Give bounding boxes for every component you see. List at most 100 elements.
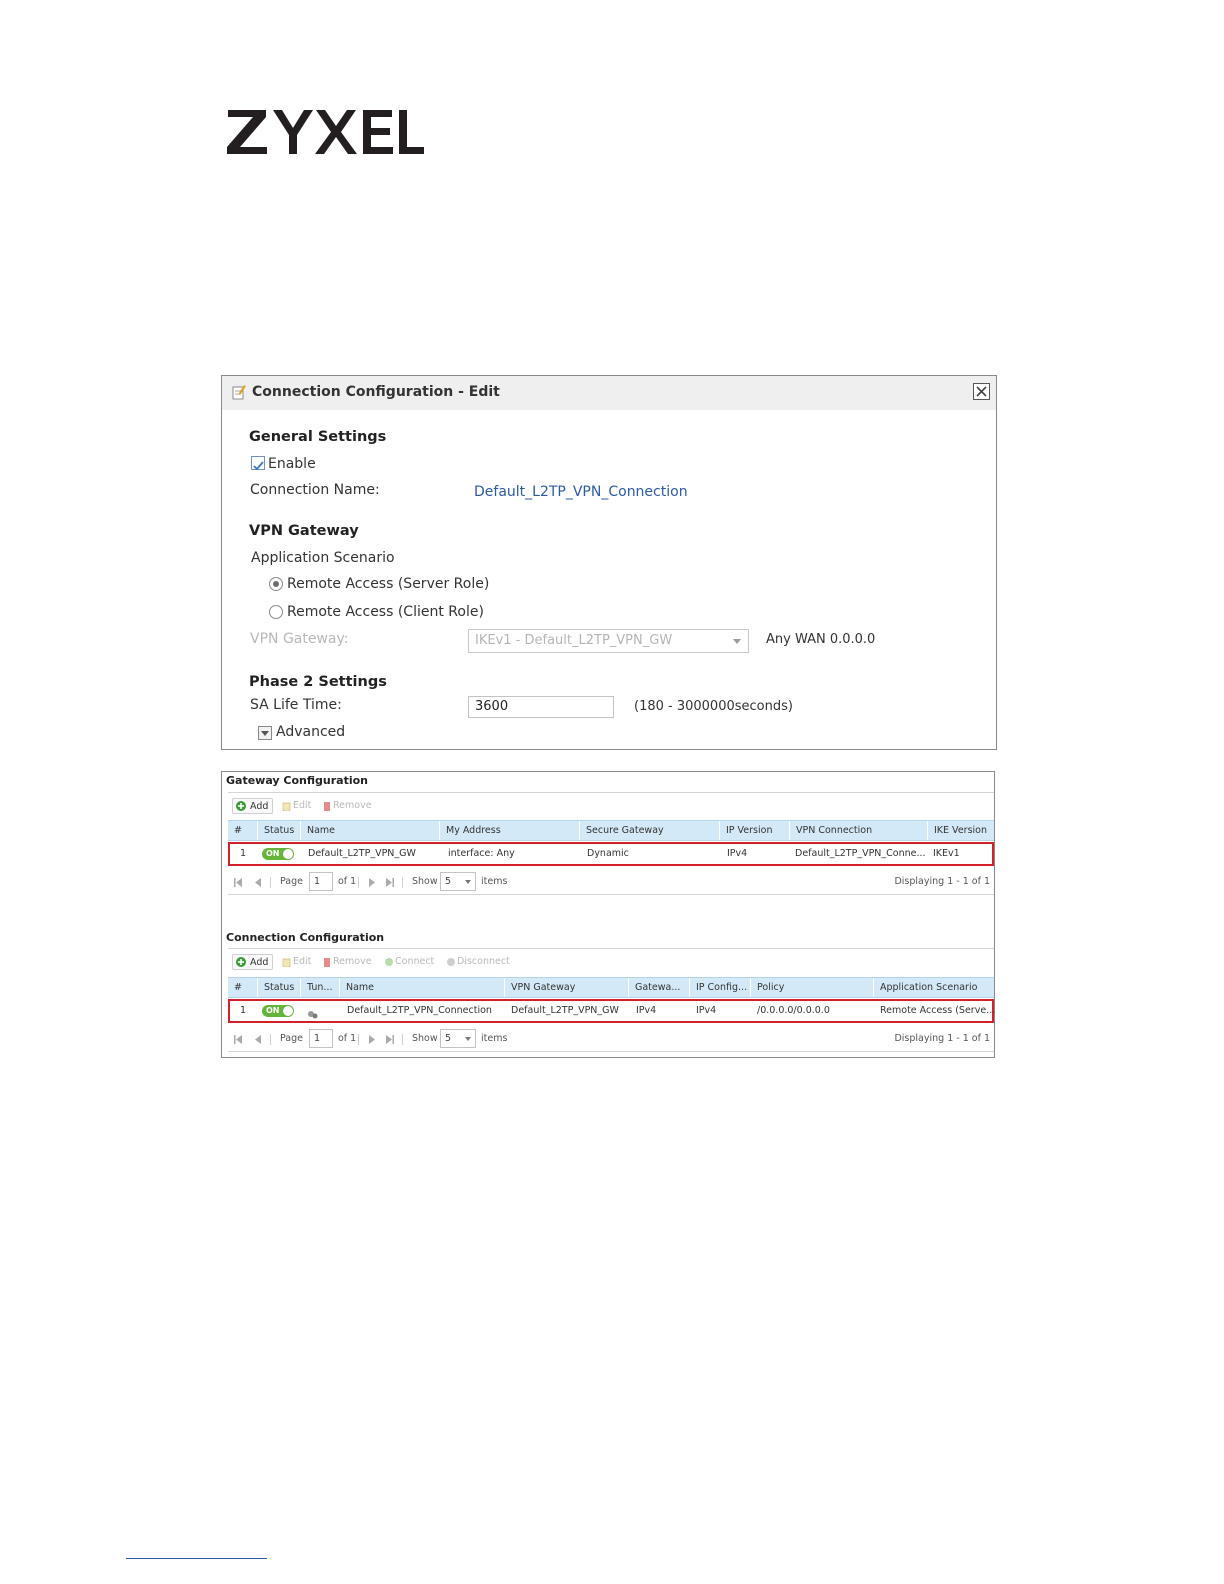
status-toggle[interactable]: ON [262,1005,294,1017]
edit-note-icon [232,384,246,400]
connection-edit-button[interactable]: Edit [280,954,311,970]
gateway-edit-button[interactable]: Edit [280,798,311,814]
column-header[interactable]: # [228,821,252,840]
column-header[interactable]: VPN Gateway [504,978,628,997]
chevron-down-icon [733,639,741,644]
pager-separator [270,1034,271,1045]
gateway-grid-header: # Status Name My Address Secure Gateway … [228,820,994,841]
disconnect-icon [447,958,455,966]
displaying-info: Displaying 1 - 1 of 1 [894,1033,990,1044]
gateway-table-row[interactable]: 1 ON Default_L2TP_VPN_GW interface: Any … [228,842,994,866]
vpn-gateway-label: VPN Gateway: [250,631,349,647]
phase2-heading: Phase 2 Settings [249,674,387,690]
connect-button[interactable]: Connect [382,954,434,970]
pager-separator [402,1034,403,1045]
vpn-gateway-select[interactable]: IKEv1 - Default_L2TP_VPN_GW [468,629,749,653]
page-label: Page [280,1033,303,1044]
gateway-toolbar: Add Edit Remove [228,792,994,818]
connection-add-button[interactable]: Add [232,954,274,970]
connection-gateway-ip: IPv4 [636,1005,657,1016]
prev-page-icon[interactable] [254,1035,262,1044]
column-header[interactable]: My Address [439,821,579,840]
prev-page-icon[interactable] [254,878,262,887]
connection-pager: Page 1 of 1 Show 5 items Displaying 1 - … [228,1026,994,1052]
scenario-client-radio[interactable] [269,605,283,619]
disconnect-button[interactable]: Disconnect [444,954,510,970]
pager-separator [270,877,271,888]
sa-life-input[interactable]: 3600 [468,696,614,718]
footer-link-underline [126,1558,267,1559]
pager-separator [402,877,403,888]
column-header[interactable]: IP Version [719,821,789,840]
zyxel-logo [226,104,426,160]
column-header[interactable]: Secure Gateway [579,821,719,840]
add-icon [236,801,246,811]
column-header[interactable]: VPN Connection [789,821,927,840]
general-settings-heading: General Settings [249,429,387,445]
gateway-vpn-connection: Default_L2TP_VPN_Conne... [795,848,926,859]
connection-name-label: Connection Name: [250,482,380,498]
connection-name-value: Default_L2TP_VPN_Connection [474,484,688,500]
page-count: of 1 [338,876,357,887]
next-page-icon[interactable] [368,878,376,887]
page-count: of 1 [338,1033,357,1044]
page-input[interactable]: 1 [309,1029,333,1048]
connection-edit-dialog: Connection Configuration - Edit General … [221,375,997,750]
column-header[interactable]: Application Scenario [873,978,995,997]
application-scenario-label: Application Scenario [251,550,395,566]
gateway-my-address: interface: Any [448,848,515,859]
column-header[interactable]: IKE Version [927,821,995,840]
connection-remove-button[interactable]: Remove [320,954,372,970]
connection-name: Default_L2TP_VPN_Connection [347,1005,492,1016]
column-header[interactable]: Status [257,821,299,840]
scenario-server-label: Remote Access (Server Role) [287,576,490,592]
enable-checkbox[interactable] [251,456,265,471]
column-header[interactable]: # [228,978,252,997]
connection-grid-header: # Status Tun... Name VPN Gateway Gatewa.… [228,977,994,998]
column-header[interactable]: IP Config... [689,978,750,997]
row-number: 1 [240,848,247,859]
last-page-icon[interactable] [386,1035,394,1044]
last-page-icon[interactable] [386,878,394,887]
row-number: 1 [240,1005,247,1016]
page-label: Page [280,876,303,887]
column-header[interactable]: Status [257,978,299,997]
page-size-select[interactable]: 5 [440,1029,476,1048]
scenario-server-radio[interactable] [269,577,283,591]
gateway-pager: Page 1 of 1 Show 5 items Displaying 1 - … [228,869,994,895]
gateway-remove-button[interactable]: Remove [320,798,372,814]
column-header[interactable]: Name [339,978,504,997]
connection-table-row[interactable]: 1 ON Default_L2TP_VPN_Connection Default… [228,999,996,1023]
checkmark-icon [253,461,264,471]
show-label: Show [412,876,438,887]
enable-label: Enable [268,456,316,472]
pager-separator [358,1034,359,1045]
gateway-config-title: Gateway Configuration [226,774,369,787]
first-page-icon[interactable] [234,878,242,887]
show-label: Show [412,1033,438,1044]
advanced-label[interactable]: Advanced [276,724,345,740]
page-size-select[interactable]: 5 [440,872,476,891]
column-header[interactable]: Tun... [300,978,339,997]
connection-toolbar: Add Edit Remove Connect Disconnect [228,948,994,974]
next-page-icon[interactable] [368,1035,376,1044]
connection-config-title: Connection Configuration [226,931,385,944]
close-icon[interactable] [973,383,990,400]
gateway-ike-version: IKEv1 [933,848,960,859]
items-label: items [481,876,508,887]
zyxel-logo-mark [227,110,424,154]
gateway-ip-version: IPv4 [727,848,748,859]
gateway-add-button[interactable]: Add [232,798,274,814]
column-header[interactable]: Gatewa... [628,978,689,997]
status-toggle[interactable]: ON [262,848,294,860]
sa-life-range: (180 - 3000000seconds) [634,699,793,714]
trash-icon [324,802,330,811]
advanced-toggle-icon[interactable] [258,726,272,740]
add-icon [236,957,246,967]
first-page-icon[interactable] [234,1035,242,1044]
column-header[interactable]: Policy [750,978,873,997]
page-input[interactable]: 1 [309,872,333,891]
column-header[interactable]: Name [300,821,439,840]
connection-application-scenario: Remote Access (Serve... [880,1005,996,1016]
connection-ip-config: IPv4 [696,1005,717,1016]
